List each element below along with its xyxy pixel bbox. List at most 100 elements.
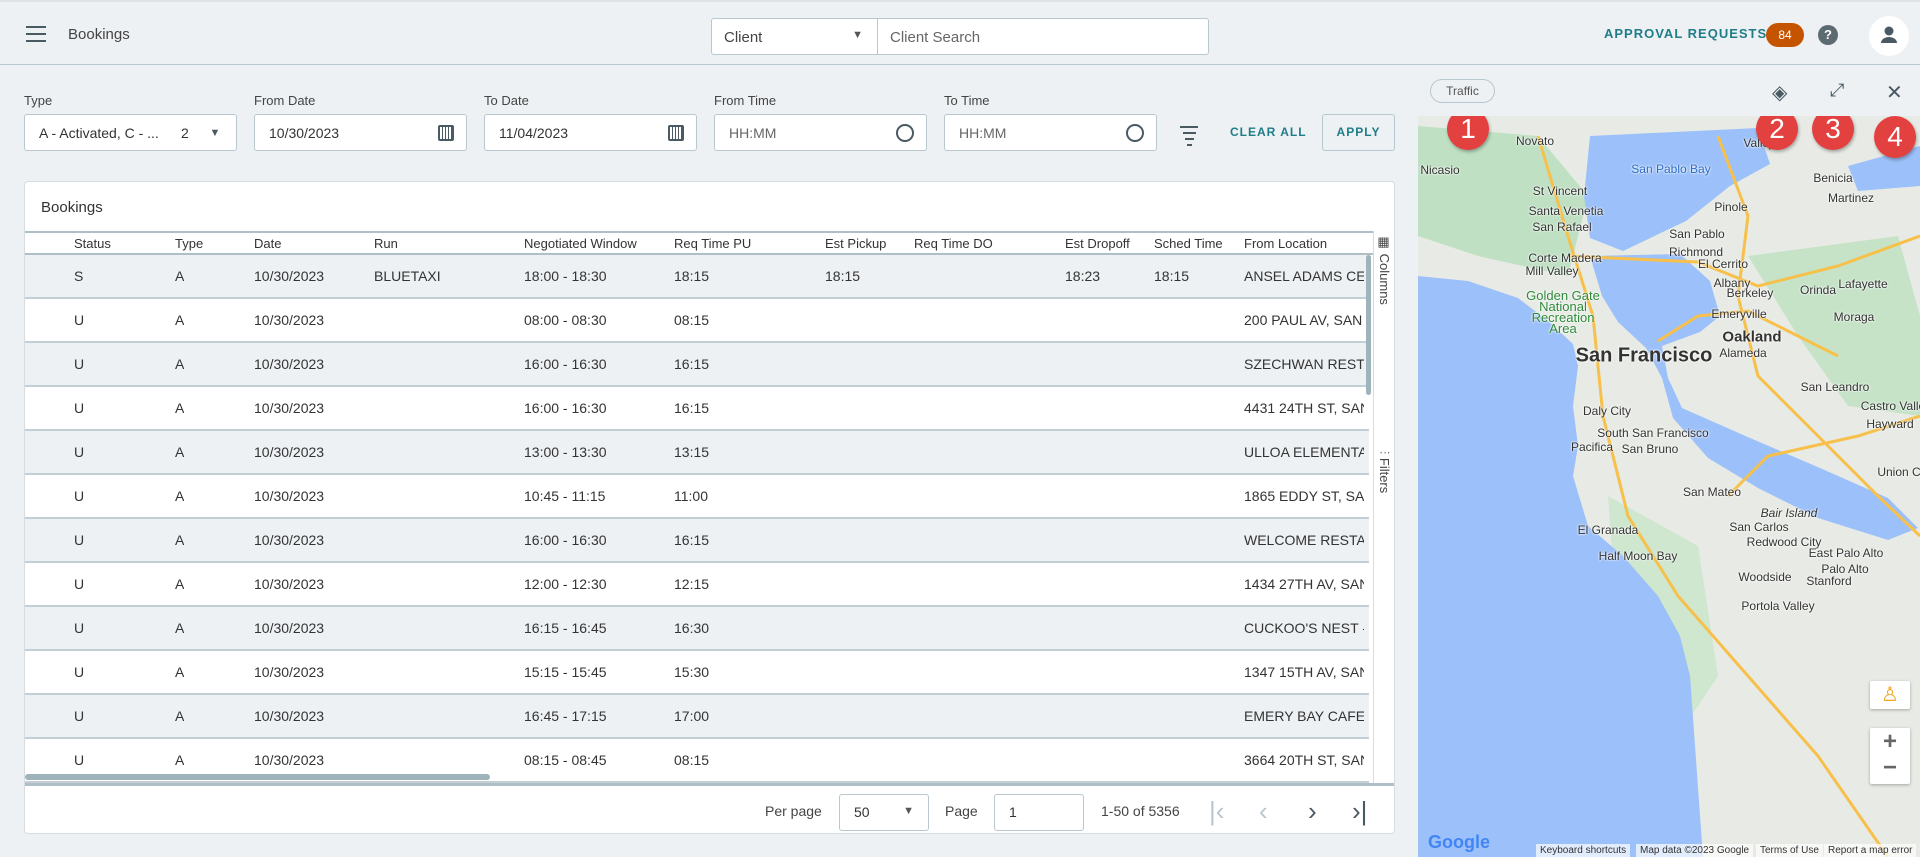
- table-row[interactable]: U A 10/30/2023 16:00 - 16:30 16:15 4431 24TH …: [25, 387, 1369, 431]
- column-header[interactable]: Date: [254, 236, 281, 251]
- calendar-icon[interactable]: [438, 125, 454, 141]
- column-header[interactable]: Negotiated Window: [524, 236, 637, 251]
- per-page-select[interactable]: 50 ▼: [839, 794, 929, 831]
- report-map-error-link[interactable]: Report a map error: [1824, 844, 1917, 857]
- vertical-scrollbar[interactable]: [1366, 255, 1371, 395]
- table-cell: A: [175, 752, 185, 768]
- table-cell: A: [175, 664, 185, 680]
- client-search-type-select[interactable]: Client ▼: [711, 18, 878, 55]
- keyboard-shortcuts-link[interactable]: Keyboard shortcuts: [1536, 844, 1631, 857]
- apply-button[interactable]: APPLY: [1322, 114, 1395, 151]
- from-time-input[interactable]: HH:MM: [714, 114, 927, 151]
- client-search-input[interactable]: Client Search: [877, 18, 1209, 55]
- map[interactable]: NovatoNicasioSan Pablo BayVallejoBenicia…: [1418, 116, 1920, 857]
- approval-requests-link[interactable]: APPROVAL REQUESTS: [1604, 26, 1767, 41]
- table-row[interactable]: U A 10/30/2023 12:00 - 12:30 12:15 1434 27TH …: [25, 563, 1369, 607]
- table-row[interactable]: U A 10/30/2023 16:15 - 16:45 16:30 CUCKOO'S N…: [25, 607, 1369, 651]
- column-header[interactable]: Req Time DO: [914, 236, 993, 251]
- table-cell: U: [74, 620, 85, 636]
- type-select[interactable]: A - Activated, C - ... 2 ▼: [24, 114, 237, 151]
- table-cell: 16:15: [674, 532, 710, 548]
- column-header[interactable]: Sched Time: [1154, 236, 1223, 251]
- column-header[interactable]: From Location: [1244, 236, 1327, 251]
- terms-of-use-link[interactable]: Terms of Use: [1756, 844, 1823, 857]
- filters-tab[interactable]: ⫶ Filters: [1377, 451, 1392, 493]
- previous-page-icon[interactable]: ‹: [1259, 798, 1268, 824]
- map-place-label: Hayward: [1866, 417, 1914, 431]
- table-row[interactable]: U A 10/30/2023 16:45 - 17:15 17:00 EMERY BAY …: [25, 695, 1369, 739]
- table-cell: U: [74, 356, 85, 372]
- map-place-label: Moraga: [1833, 310, 1875, 324]
- close-icon[interactable]: ✕: [1886, 80, 1903, 105]
- table-row[interactable]: U A 10/30/2023 10:45 - 11:15 11:00 1865 EDDY …: [25, 475, 1369, 519]
- calendar-icon[interactable]: [668, 125, 684, 141]
- table-row[interactable]: U A 10/30/2023 15:15 - 15:45 15:30 1347 15TH …: [25, 651, 1369, 695]
- table-cell: 18:23: [1065, 268, 1101, 284]
- zoom-out-button[interactable]: −: [1870, 756, 1910, 784]
- table-cell: 10:45 - 11:15: [524, 488, 606, 504]
- expand-icon[interactable]: ⤢: [1830, 80, 1844, 101]
- column-header[interactable]: Status: [74, 236, 111, 251]
- first-page-icon[interactable]: |‹: [1209, 798, 1224, 824]
- user-avatar[interactable]: [1869, 16, 1909, 56]
- column-header[interactable]: Type: [175, 236, 203, 251]
- page-input[interactable]: 1: [994, 794, 1084, 831]
- table-cell: CUCKOO'S NEST - :: [1244, 620, 1364, 636]
- clear-all-button[interactable]: CLEAR ALL: [1230, 125, 1307, 139]
- map-place-label: Lafayette: [1838, 277, 1888, 291]
- approval-count-badge[interactable]: 84: [1766, 23, 1804, 47]
- table-cell: A: [175, 576, 185, 592]
- to-date-input[interactable]: 11/04/2023: [484, 114, 697, 151]
- table-cell: 10/30/2023: [254, 400, 325, 416]
- map-place-label: Pinole: [1714, 200, 1748, 214]
- table-row[interactable]: U A 10/30/2023 13:00 - 13:30 13:15 ULLOA ELEM…: [25, 431, 1369, 475]
- chevron-down-icon: ▼: [903, 805, 914, 817]
- street-view-pegman-icon[interactable]: ♙: [1870, 681, 1910, 709]
- menu-icon[interactable]: [26, 26, 46, 42]
- column-header[interactable]: Run: [374, 236, 398, 251]
- per-page-label: Per page: [765, 803, 822, 819]
- column-header[interactable]: Est Dropoff: [1065, 236, 1130, 251]
- zoom-in-button[interactable]: +: [1870, 728, 1910, 756]
- traffic-toggle[interactable]: Traffic: [1430, 79, 1495, 103]
- from-time-label: From Time: [714, 93, 777, 108]
- to-time-input[interactable]: HH:MM: [944, 114, 1157, 151]
- map-place-label: El Granada: [1577, 523, 1639, 537]
- table-cell: A: [175, 620, 185, 636]
- help-icon[interactable]: ?: [1818, 25, 1838, 45]
- filter-icon[interactable]: [1180, 126, 1198, 150]
- map-marker-4[interactable]: 4: [1874, 116, 1916, 158]
- table-row[interactable]: U A 10/30/2023 08:00 - 08:30 08:15 200 PAUL A…: [25, 299, 1369, 343]
- type-label: Type: [24, 93, 53, 108]
- table-row[interactable]: U A 10/30/2023 16:00 - 16:30 16:15 SZECHWAN R…: [25, 343, 1369, 387]
- columns-tab[interactable]: ▦ Columns: [1377, 235, 1392, 305]
- table-cell: 08:15 - 08:45: [524, 752, 607, 768]
- google-logo: Google: [1428, 832, 1490, 852]
- map-place-label: Benicia: [1813, 171, 1853, 185]
- clock-icon[interactable]: [1126, 124, 1144, 142]
- last-page-icon[interactable]: ›|: [1352, 798, 1367, 824]
- to-time-label: To Time: [944, 93, 990, 108]
- table-cell: 16:30: [674, 620, 710, 636]
- table-cell: 17:00: [674, 708, 710, 724]
- column-header[interactable]: Est Pickup: [825, 236, 886, 251]
- horizontal-scrollbar[interactable]: [25, 774, 490, 780]
- layers-icon[interactable]: ◈: [1772, 80, 1787, 105]
- next-page-icon[interactable]: ›: [1308, 798, 1317, 824]
- table-cell: ANSEL ADAMS CEN: [1244, 268, 1364, 284]
- column-header[interactable]: Req Time PU: [674, 236, 751, 251]
- map-place-label: San Leandro: [1800, 380, 1870, 394]
- table-row[interactable]: S A 10/30/2023 BLUETAXI 18:00 - 18:30 18:15 18…: [25, 255, 1369, 299]
- table-row[interactable]: U A 10/30/2023 16:00 - 16:30 16:15 WELCOME RE…: [25, 519, 1369, 563]
- map-place-label: Novato: [1515, 134, 1555, 148]
- map-place-label: South San Francisco: [1597, 426, 1709, 440]
- clock-icon[interactable]: [896, 124, 914, 142]
- map-place-label: Alameda: [1719, 346, 1767, 360]
- table-cell: U: [74, 532, 85, 548]
- from-date-input[interactable]: 10/30/2023: [254, 114, 467, 151]
- map-place-label: Union City: [1877, 465, 1920, 479]
- map-place-label: San Rafael: [1532, 220, 1592, 234]
- map-place-label: San Mateo: [1682, 485, 1742, 499]
- table-cell: 1347 15TH AV, SAN: [1244, 664, 1364, 680]
- table-cell: 16:15: [674, 400, 710, 416]
